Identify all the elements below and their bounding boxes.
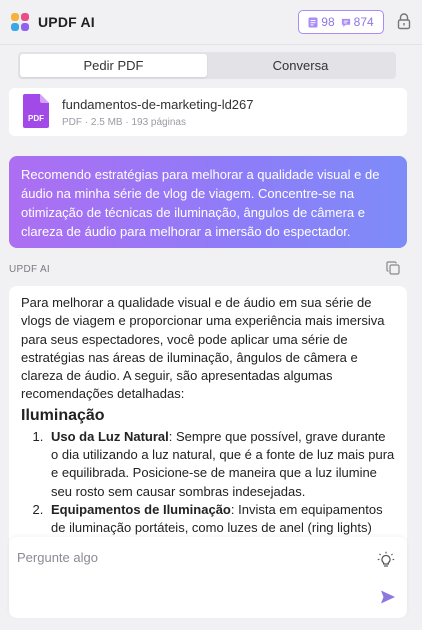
ask-input[interactable] [17,545,367,569]
copy-icon[interactable] [386,261,400,275]
lightbulb-icon[interactable] [377,551,395,569]
document-credits: 98 [308,15,335,29]
answer-list: Uso da Luz Natural: Sempre que possível,… [47,428,395,538]
file-card[interactable]: PDF fundamentos-de-marketing-ld267 PDF ·… [9,88,407,136]
list-item-key: Equipamentos de Iluminação [51,501,231,517]
header-divider [0,44,422,45]
answer-section-title: Iluminação [21,406,105,424]
pdf-icon-label: PDF [28,114,44,123]
assistant-answer: Para melhorar a qualidade visual e de áu… [9,286,407,553]
chat-credits: 874 [341,15,374,29]
credits-badge[interactable]: 98 874 [298,10,384,34]
file-meta: PDF · 2.5 MB · 193 páginas [62,117,186,128]
send-icon[interactable] [380,589,396,605]
lock-icon[interactable] [397,12,411,30]
document-credits-value: 98 [321,15,335,29]
pdf-file-icon: PDF [23,94,49,128]
chat-credit-icon [341,18,350,27]
file-name: fundamentos-de-marketing-ld267 [62,97,254,112]
tab-conversa[interactable]: Conversa [207,54,394,77]
mode-tabs: Pedir PDF Conversa [18,52,396,79]
user-message: Recomendo estratégias para melhorar a qu… [9,156,407,248]
list-item-key: Uso da Luz Natural [51,428,169,444]
chat-credits-value: 874 [353,15,374,29]
document-credit-icon [308,17,318,27]
assistant-label: UPDF AI [9,264,50,275]
list-item: Equipamentos de Iluminação: Invista em e… [47,501,395,538]
answer-intro: Para melhorar a qualidade visual e de áu… [21,295,385,402]
updf-logo-icon [11,13,29,31]
tab-pedir-pdf[interactable]: Pedir PDF [20,54,207,77]
app-title: UPDF AI [38,14,95,30]
list-item: Uso da Luz Natural: Sempre que possível,… [47,428,395,501]
ask-input-box [9,537,407,618]
